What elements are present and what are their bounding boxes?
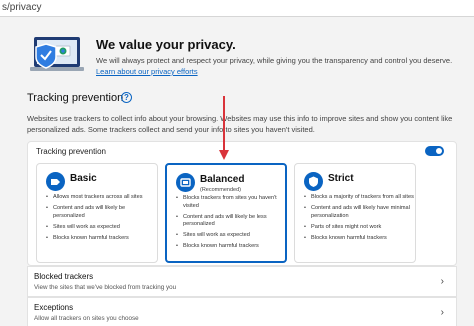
privacy-hero: We value your privacy. We will always pr… [18, 30, 458, 82]
card-bullets: Blocks a majority of trackers from all s… [304, 194, 414, 246]
card-bullet: Content and ads will likely be less pers… [176, 214, 286, 229]
tracking-description: Websites use trackers to collect info ab… [27, 114, 453, 134]
card-bullet: Content and ads will likely have minimal… [304, 205, 414, 220]
blocked-trackers-row[interactable]: Blocked trackers View the sites that we'… [27, 266, 457, 297]
chevron-right-icon: › [440, 307, 444, 318]
card-bullet: Blocks known harmful trackers [176, 243, 286, 251]
hero-description: We will always protect and respect your … [96, 55, 456, 77]
card-title: Balanced [200, 174, 245, 185]
panel-label: Tracking prevention [36, 147, 106, 156]
row-description: View the sites that we've blocked from t… [34, 284, 177, 291]
card-bullet: Content and ads will likely be personali… [46, 205, 156, 220]
row-description: Allow all trackers on sites you choose [34, 315, 139, 322]
card-basic[interactable]: Basic Allows most trackers across all si… [36, 163, 158, 263]
card-bullet: Blocks known harmful trackers [304, 235, 414, 243]
row-title: Blocked trackers [34, 272, 94, 281]
card-bullets: Allows most trackers across all sites Co… [46, 194, 156, 246]
card-bullet: Sites will work as expected [46, 224, 156, 232]
card-bullet: Parts of sites might not work [304, 224, 414, 232]
card-title: Basic [70, 173, 97, 184]
privacy-efforts-link[interactable]: Learn about our privacy efforts [96, 67, 198, 76]
card-strict[interactable]: Strict Blocks a majority of trackers fro… [294, 163, 416, 263]
chevron-right-icon: › [440, 276, 444, 287]
tracking-prevention-heading: Tracking prevention [27, 92, 124, 104]
question-circle-icon[interactable]: ? [121, 92, 132, 103]
hero-title: We value your privacy. [96, 37, 236, 52]
card-bullets: Blocks trackers from sites you haven't v… [176, 195, 286, 254]
card-bullet: Sites will work as expected [176, 232, 286, 240]
tracking-prevention-toggle[interactable] [425, 146, 444, 156]
card-bullet: Blocks known harmful trackers [46, 235, 156, 243]
card-bullet: Blocks a majority of trackers from all s… [304, 194, 414, 202]
address-bar[interactable]: s/privacy [0, 0, 474, 17]
card-balanced[interactable]: Balanced (Recommended) Blocks trackers f… [165, 163, 287, 263]
exceptions-row[interactable]: Exceptions Allow all trackers on sites y… [27, 297, 457, 326]
card-bullet: Blocks trackers from sites you haven't v… [176, 195, 286, 210]
card-subtitle: (Recommended) [200, 187, 241, 193]
card-title: Strict [328, 173, 354, 184]
address-url: s/privacy [2, 2, 42, 13]
strict-icon [304, 172, 323, 191]
card-bullet: Allows most trackers across all sites [46, 194, 156, 202]
balanced-icon [176, 173, 195, 192]
hero-description-text: We will always protect and respect your … [96, 56, 453, 65]
basic-icon [46, 172, 65, 191]
shield-laptop-illustration [30, 37, 84, 71]
row-title: Exceptions [34, 303, 74, 312]
tracking-prevention-panel: Tracking prevention Basic Allows most tr… [27, 141, 457, 266]
